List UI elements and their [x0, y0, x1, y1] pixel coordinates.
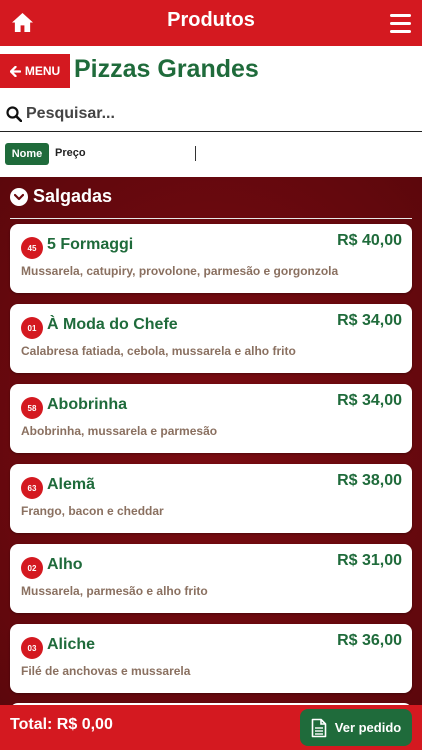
- product-card[interactable]: 03 Aliche R$ 36,00 Filé de anchovas e mu…: [10, 624, 412, 693]
- section-label: Salgadas: [33, 186, 113, 206]
- product-code-badge: 45: [21, 237, 43, 259]
- product-price: R$ 38,00: [337, 472, 402, 489]
- product-description: Calabresa fatiada, cebola, mussarela e a…: [21, 344, 296, 358]
- product-description: Mussarela, catupiry, provolone, parmesão…: [21, 264, 339, 278]
- hamburger-menu-icon[interactable]: [390, 14, 411, 33]
- product-name: Abobrinha: [47, 396, 127, 413]
- product-name: Aliche: [47, 636, 96, 653]
- product-price: R$ 34,00: [337, 312, 402, 329]
- back-to-menu-button[interactable]: MENU: [0, 54, 70, 88]
- footer-bar: Total: R$ 0,00 Ver pedido: [0, 705, 422, 750]
- page-header-title: Produtos: [167, 9, 255, 31]
- menu-button-label: MENU: [24, 64, 61, 78]
- search-icon: [6, 106, 22, 122]
- view-order-button[interactable]: Ver pedido: [300, 709, 412, 746]
- view-order-label: Ver pedido: [334, 720, 402, 735]
- order-total: Total: R$ 0,00: [10, 716, 113, 733]
- product-list[interactable]: Salgadas 45 5 Formaggi R$ 40,00 Mussarel…: [0, 177, 422, 705]
- product-code-badge: 63: [21, 477, 43, 499]
- product-code-badge: 01: [21, 317, 43, 339]
- chevron-down-circle-icon: [10, 187, 28, 206]
- document-icon: [311, 718, 327, 737]
- arrow-left-icon: [9, 65, 21, 77]
- search-input[interactable]: [26, 102, 406, 126]
- product-card[interactable]: 45 5 Formaggi R$ 40,00 Mussarela, catupi…: [10, 224, 412, 293]
- section-divider: [10, 218, 412, 219]
- product-price: R$ 34,00: [337, 392, 402, 409]
- product-description: Mussarela, parmesão e alho frito: [21, 584, 208, 598]
- top-bar: Produtos: [0, 0, 422, 46]
- search-bar: [0, 96, 422, 132]
- product-card[interactable]: 01 À Moda do Chefe R$ 34,00 Calabresa fa…: [10, 304, 412, 373]
- sort-bar: Nome Preço: [0, 133, 422, 177]
- product-price: R$ 40,00: [337, 232, 402, 249]
- divider: [195, 146, 196, 161]
- product-card[interactable]: 58 Abobrinha R$ 34,00 Abobrinha, mussare…: [10, 384, 412, 453]
- product-code-badge: 02: [21, 557, 43, 579]
- product-description: Frango, bacon e cheddar: [21, 504, 164, 518]
- product-description: Abobrinha, mussarela e parmesão: [21, 424, 218, 438]
- product-price: R$ 31,00: [337, 552, 402, 569]
- sort-by-price-button[interactable]: Preço: [55, 147, 86, 159]
- product-price: R$ 36,00: [337, 632, 402, 649]
- category-title-bar: MENU Pizzas Grandes: [0, 46, 422, 94]
- sort-by-name-button[interactable]: Nome: [5, 143, 49, 165]
- product-name: À Moda do Chefe: [47, 316, 178, 333]
- product-card[interactable]: 02 Alho R$ 31,00 Mussarela, parmesão e a…: [10, 544, 412, 613]
- product-name: Alho: [47, 556, 83, 573]
- section-header-salgadas[interactable]: Salgadas: [10, 186, 112, 207]
- product-code-badge: 58: [21, 397, 43, 419]
- product-name: 5 Formaggi: [47, 236, 134, 253]
- product-code-badge: 03: [21, 637, 43, 659]
- product-description: Filé de anchovas e mussarela: [21, 664, 191, 678]
- product-name: Alemã: [47, 476, 96, 493]
- category-title: Pizzas Grandes: [74, 55, 259, 83]
- product-card[interactable]: 63 Alemã R$ 38,00 Frango, bacon e chedda…: [10, 464, 412, 533]
